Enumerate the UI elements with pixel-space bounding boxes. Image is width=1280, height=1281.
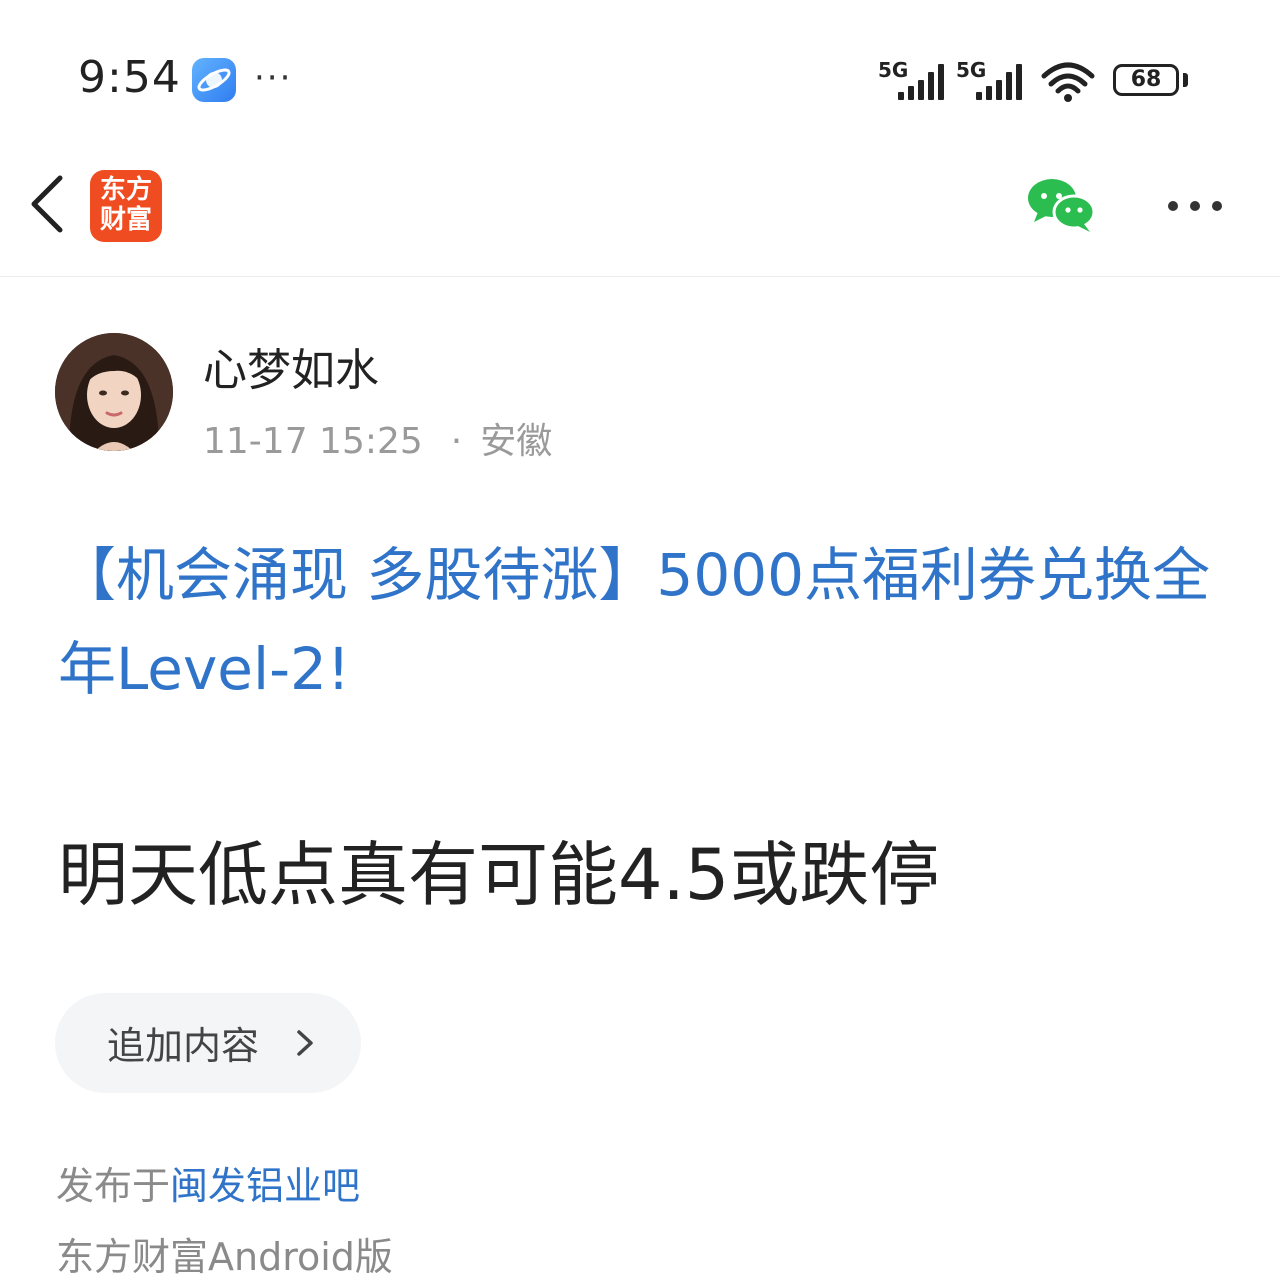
status-time: 9:54	[78, 52, 181, 103]
nav-divider	[0, 276, 1280, 277]
more-horizontal-icon[interactable]	[1162, 188, 1228, 224]
append-content-label: 追加内容	[107, 1024, 260, 1068]
post-meta: 11-17 15:25 · 安徽	[203, 412, 552, 464]
notification-more-icon: ···	[254, 58, 293, 98]
eastmoney-logo[interactable]: 东方 财富	[90, 170, 162, 242]
back-chevron-icon[interactable]	[26, 172, 70, 236]
promo-link[interactable]: 【机会涌现 多股待涨】5000点福利券兑换全年Level-2!	[58, 528, 1228, 716]
wechat-icon[interactable]	[1026, 176, 1096, 234]
chevron-right-icon	[293, 1026, 317, 1060]
cellular-signal-2-icon: 5G	[956, 58, 1028, 100]
post-body: 明天低点真有可能4.5或跌停	[58, 834, 940, 916]
logo-line1: 东方	[99, 175, 152, 205]
cellular-signal-1-icon: 5G	[878, 58, 950, 100]
battery-level: 68	[1130, 67, 1162, 92]
battery-tip	[1183, 73, 1188, 87]
browser-app-icon	[192, 58, 236, 102]
post-source: 东方财富Android版	[56, 1235, 393, 1279]
meta-separator: ·	[450, 421, 463, 462]
author-name[interactable]: 心梦如水	[203, 334, 379, 398]
published-prefix: 发布于	[56, 1164, 171, 1208]
wifi-icon	[1040, 60, 1096, 104]
post-date: 11-17 15:25	[203, 421, 423, 462]
signal-2-label: 5G	[956, 58, 987, 82]
avatar[interactable]	[55, 333, 173, 451]
post-location: 安徽	[480, 421, 553, 462]
battery-icon: 68	[1113, 64, 1179, 96]
logo-line2: 财富	[99, 205, 152, 235]
published-in: 发布于闽发铝业吧	[56, 1155, 360, 1210]
forum-link[interactable]: 闽发铝业吧	[170, 1164, 360, 1208]
signal-1-label: 5G	[878, 58, 909, 82]
